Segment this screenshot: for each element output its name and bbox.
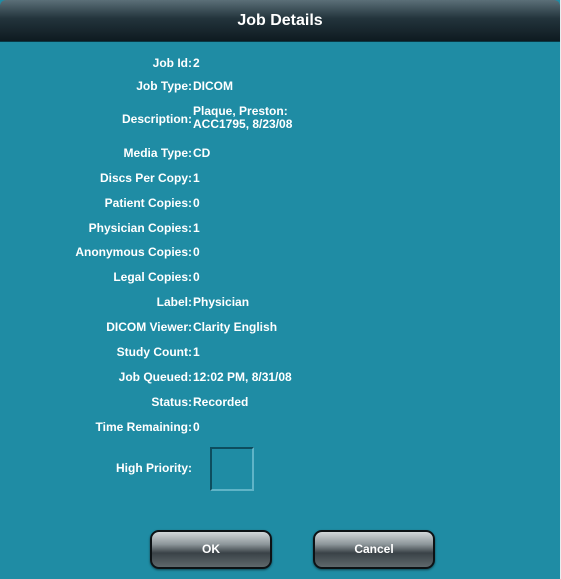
field-patient-copies: Patient Copies: 0: [0, 196, 560, 214]
field-value: Plaque, Preston: ACC1795, 8/23/08: [193, 105, 292, 131]
field-label: Media Type:: [123, 146, 192, 160]
ok-button[interactable]: OK: [150, 530, 272, 569]
field-value: 0: [193, 196, 200, 210]
high-priority-checkbox[interactable]: [210, 447, 254, 491]
field-label: Discs Per Copy:: [99, 171, 192, 185]
high-priority-row: High Priority:: [0, 461, 560, 479]
field-label-type: Label: Physician: [0, 295, 560, 313]
field-value: Physician: [193, 295, 250, 309]
field-value: 1: [193, 345, 200, 359]
field-value: CD: [193, 146, 211, 160]
field-value: 1: [193, 221, 200, 235]
cancel-button[interactable]: Cancel: [313, 530, 435, 569]
field-value: Recorded: [193, 395, 249, 409]
field-job-id: Job Id: 2: [0, 56, 560, 74]
field-value: 0: [193, 270, 200, 284]
field-value: 1: [193, 171, 200, 185]
field-legal-copies: Legal Copies: 0: [0, 270, 560, 288]
field-label: Anonymous Copies:: [75, 245, 192, 259]
field-status: Status: Recorded: [0, 395, 560, 413]
field-media-type: Media Type: CD: [0, 146, 560, 164]
field-value: Clarity English: [193, 320, 278, 334]
field-label: DICOM Viewer:: [106, 320, 192, 334]
field-value: 2: [193, 56, 200, 70]
field-dicom-viewer: DICOM Viewer: Clarity English: [0, 320, 560, 338]
field-label: Label:: [156, 295, 192, 309]
field-label: Description:: [121, 112, 192, 126]
field-value: 12:02 PM, 8/31/08: [193, 370, 292, 384]
field-anonymous-copies: Anonymous Copies: 0: [0, 245, 560, 263]
field-label: Job Queued:: [118, 370, 192, 384]
field-label: Status:: [151, 395, 192, 409]
field-label: Legal Copies:: [113, 270, 192, 284]
job-details-dialog: Job Details Job Id: 2 Job Type: DICOM De…: [0, 0, 561, 579]
field-label: Job Type:: [136, 79, 192, 93]
field-job-type: Job Type: DICOM: [0, 79, 560, 97]
field-label: Patient Copies:: [104, 196, 192, 210]
field-study-count: Study Count: 1: [0, 345, 560, 363]
field-discs-per-copy: Discs Per Copy: 1: [0, 171, 560, 189]
field-physician-copies: Physician Copies: 1: [0, 221, 560, 239]
field-value: 0: [193, 245, 200, 259]
field-label: Study Count:: [116, 345, 192, 359]
field-value: 0: [193, 420, 200, 434]
field-description: Description: Plaque, Preston: ACC1795, 8…: [0, 105, 560, 135]
high-priority-label: High Priority:: [115, 461, 192, 475]
field-label: Time Remaining:: [95, 420, 192, 434]
field-label: Physician Copies:: [88, 221, 192, 235]
field-time-remaining: Time Remaining: 0: [0, 420, 560, 438]
field-job-queued: Job Queued: 12:02 PM, 8/31/08: [0, 370, 560, 388]
field-value: DICOM: [193, 79, 233, 93]
field-label: Job Id:: [152, 56, 192, 70]
description-line-2: ACC1795, 8/23/08: [193, 117, 293, 131]
dialog-title: Job Details: [0, 0, 560, 42]
